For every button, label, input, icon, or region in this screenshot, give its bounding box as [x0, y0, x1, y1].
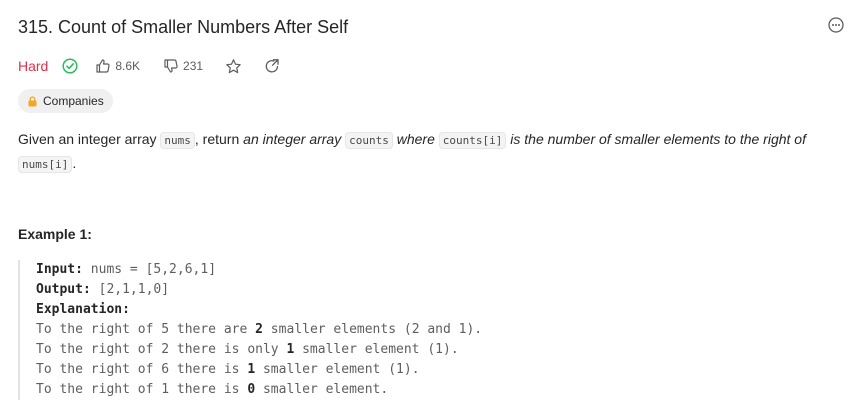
description-emphasis: is the number of smaller elements to the…: [506, 131, 806, 147]
description-text: .: [72, 155, 77, 171]
problem-title: 315. Count of Smaller Numbers After Self: [18, 17, 349, 37]
description-text: , return: [194, 131, 244, 147]
dislike-count: 231: [183, 59, 204, 73]
explanation-line: To the right of 1 there is 0 smaller ele…: [36, 380, 636, 400]
share-icon[interactable]: [264, 58, 280, 74]
description-emphasis: an integer array: [243, 131, 346, 147]
explanation-text: To the right of 6 there is: [36, 362, 248, 377]
dislike-button[interactable]: 231: [163, 58, 203, 74]
example-block: Input: nums = [5,2,6,1] Output: [2,1,1,0]…: [18, 260, 636, 400]
input-value: nums = [5,2,6,1]: [82, 262, 217, 277]
explanation-text: To the right of 5 there are: [36, 322, 256, 337]
example-output-line: Output: [2,1,1,0]: [36, 280, 636, 300]
example-input-line: Input: nums = [5,2,6,1]: [36, 260, 636, 280]
more-options-icon[interactable]: [828, 17, 844, 33]
problem-description: Given an integer array nums, return an i…: [18, 128, 828, 176]
explanation-line: To the right of 5 there are 2 smaller el…: [36, 320, 636, 340]
description-text: Given an integer array: [18, 131, 161, 147]
lock-icon: [28, 95, 37, 106]
inline-code: nums: [160, 132, 195, 149]
explanation-line: To the right of 6 there is 1 smaller ele…: [36, 360, 636, 380]
inline-code: counts: [345, 132, 393, 149]
explanation-line: To the right of 2 there is only 1 smalle…: [36, 340, 636, 360]
problem-header: 315. Count of Smaller Numbers After Self: [18, 15, 846, 39]
difficulty-badge: Hard: [18, 58, 49, 74]
output-value: [2,1,1,0]: [90, 282, 170, 297]
input-label: Input:: [36, 262, 83, 277]
explanation-text: smaller element (1).: [294, 342, 459, 357]
star-icon[interactable]: [225, 58, 242, 75]
explanation-text: To the right of 1 there is: [36, 382, 248, 397]
check-circle-icon: [62, 58, 78, 74]
thumbs-up-icon: [96, 59, 110, 73]
output-label: Output:: [36, 282, 91, 297]
explanation-number: 0: [247, 382, 256, 397]
example-title: Example 1:: [18, 226, 92, 242]
explanation-number: 2: [255, 322, 263, 337]
explanation-text: smaller elements (2 and 1).: [262, 322, 483, 337]
explanation-text: smaller element.: [255, 382, 389, 397]
inline-code: nums[i]: [18, 156, 73, 173]
inline-code: counts[i]: [438, 132, 507, 149]
explanation-number: 1: [247, 362, 256, 377]
like-button[interactable]: 8.6K: [95, 58, 140, 74]
problem-meta-row: Hard 8.6K 231: [18, 55, 280, 77]
example-explanation-label: Explanation:: [36, 300, 636, 320]
like-count: 8.6K: [115, 59, 141, 73]
thumbs-down-icon: [164, 59, 178, 73]
explanation-text: To the right of 2 there is only: [36, 342, 287, 357]
explanation-label: Explanation:: [36, 302, 130, 317]
explanation-text: smaller element (1).: [255, 362, 420, 377]
description-emphasis: where: [392, 131, 439, 147]
companies-label: Companies: [43, 94, 104, 108]
companies-tag[interactable]: Companies: [18, 89, 113, 113]
